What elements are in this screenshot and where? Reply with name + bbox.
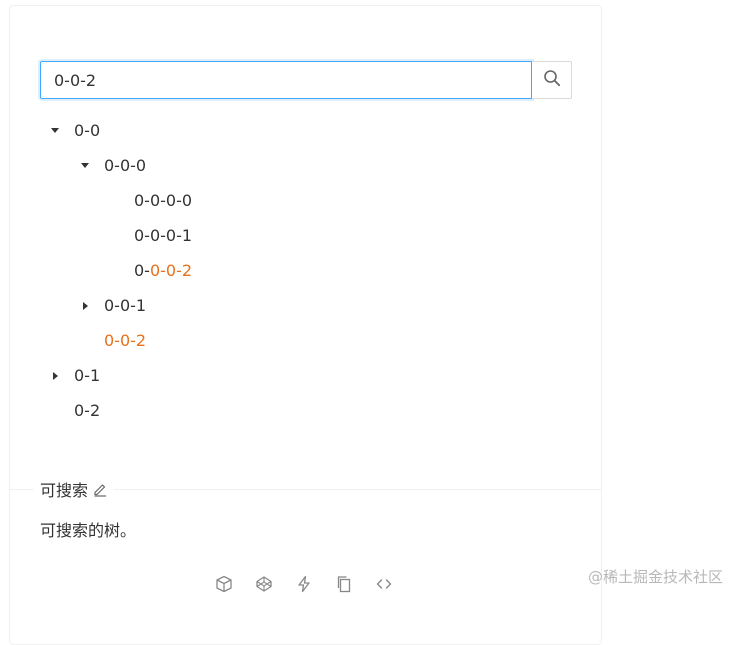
demo-title: 可搜索: [34, 478, 115, 500]
copy-icon[interactable]: [334, 574, 354, 594]
demo-title-text: 可搜索: [40, 481, 89, 500]
tree-node[interactable]: 0-1: [40, 358, 580, 393]
tree-node-text: 0-0: [74, 121, 101, 140]
tree-node-title[interactable]: 0-1: [70, 366, 104, 385]
tree-node-title[interactable]: 0-0-0: [100, 156, 150, 175]
tree-node-text: 0-0-0-0: [134, 191, 193, 210]
code-actions: [214, 574, 394, 594]
watermark: @稀土掘金技术社区: [588, 568, 724, 586]
search-button[interactable]: [532, 61, 572, 99]
tree-node-text: 0-1: [74, 366, 101, 385]
caret-right-icon[interactable]: [40, 358, 70, 393]
tree-node-title[interactable]: 0-0-0-2: [130, 261, 196, 280]
edit-icon[interactable]: [92, 481, 108, 497]
tree-node[interactable]: 0-0-2: [40, 323, 580, 358]
tree-node-title[interactable]: 0-0: [70, 121, 104, 140]
tree-node[interactable]: 0-0-0-1: [40, 218, 580, 253]
caret-down-icon[interactable]: [40, 113, 70, 148]
tree-node-title[interactable]: 0-0-0-0: [130, 191, 196, 210]
tree-node-title[interactable]: 0-0-0-1: [130, 226, 196, 245]
search-icon: [543, 69, 561, 91]
search-bar: [40, 61, 572, 99]
tree-node-title[interactable]: 0-2: [70, 401, 104, 420]
tree-node-text: 0-0-0-1: [134, 226, 193, 245]
caret-right-icon[interactable]: [70, 288, 100, 323]
tree-node-text: 0-0-0: [104, 156, 147, 175]
tree-node[interactable]: 0-0-0: [40, 148, 580, 183]
search-match-highlight: 0-0-2: [149, 261, 193, 280]
tree-node-title[interactable]: 0-0-1: [100, 296, 150, 315]
codesandbox-icon[interactable]: [214, 574, 234, 594]
tree-node-text: 0-2: [74, 401, 101, 420]
demo-card: 0-00-0-00-0-0-00-0-0-10-0-0-20-0-10-0-20…: [9, 5, 602, 645]
tree-node-title[interactable]: 0-0-2: [100, 331, 150, 350]
tree: 0-0 0-0-0 0-0-0-0 0-0-0-1 0-0-0-2 0-0-1 0-0-2 0…: [40, 113, 580, 428]
search-match-highlight: 0-0-2: [104, 331, 147, 350]
tree-node[interactable]: 0-0-1: [40, 288, 580, 323]
search-input[interactable]: [40, 61, 532, 99]
stackblitz-icon[interactable]: [294, 574, 314, 594]
tree-node-text: 0-: [134, 261, 150, 280]
caret-down-icon[interactable]: [70, 148, 100, 183]
codepen-icon[interactable]: [254, 574, 274, 594]
expand-code-icon[interactable]: [374, 574, 394, 594]
tree-node[interactable]: 0-0: [40, 113, 580, 148]
demo-description: 可搜索的树。: [40, 521, 137, 540]
tree-node-text: 0-0-1: [104, 296, 147, 315]
tree-node[interactable]: 0-0-0-0: [40, 183, 580, 218]
tree-node[interactable]: 0-0-0-2: [40, 253, 580, 288]
demo-divider: 可搜索: [10, 478, 601, 500]
tree-node[interactable]: 0-2: [40, 393, 580, 428]
